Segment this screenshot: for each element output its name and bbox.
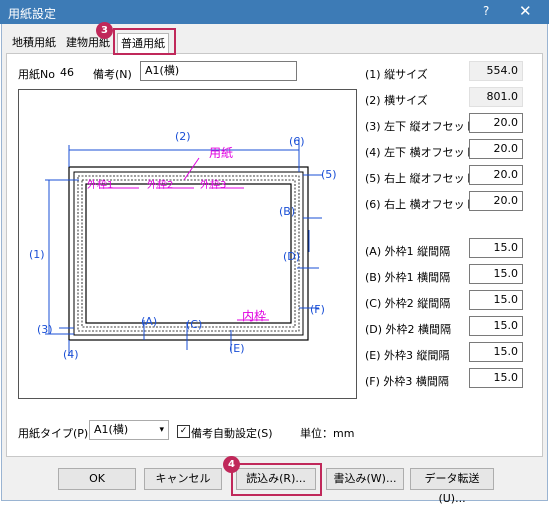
- field-label-e: (E) 外枠3 縦間隔: [365, 349, 450, 362]
- dim-label-6: (6): [289, 135, 305, 148]
- field-input-4[interactable]: 20.0: [469, 139, 523, 159]
- dim-label-5: (5): [321, 168, 337, 181]
- outer-frame-3: [81, 179, 296, 328]
- field-input-3[interactable]: 20.0: [469, 113, 523, 133]
- paper-preview: (2) (6) (5) (1) (3) (4) (B) (D) (F) (A) …: [18, 89, 357, 399]
- write-button[interactable]: 書込み(W)...: [326, 468, 404, 490]
- dim-label-b: (B): [279, 205, 296, 218]
- field-label-3: (3) 左下 縦オフセット: [365, 120, 476, 133]
- dim-label-4: (4): [63, 348, 79, 361]
- paper-no-label: 用紙No: [18, 68, 55, 81]
- help-button[interactable]: ?: [483, 4, 489, 18]
- check-icon: ✓: [179, 426, 188, 436]
- field-input-f[interactable]: 15.0: [469, 368, 523, 388]
- field-label-c: (C) 外枠2 縦間隔: [365, 297, 451, 310]
- field-label-b: (B) 外枠1 横間隔: [365, 271, 451, 284]
- ok-button[interactable]: OK: [58, 468, 136, 490]
- field-label-6: (6) 右上 横オフセット: [365, 198, 476, 211]
- unit-label: 単位：mm: [300, 427, 355, 440]
- tab-land[interactable]: 地積用紙: [9, 33, 59, 53]
- dim-label-3: (3): [37, 323, 53, 336]
- load-button-highlight: [231, 463, 322, 496]
- paper-type-select[interactable]: A1(横) ▾: [89, 420, 169, 440]
- field-label-d: (D) 外枠2 横間隔: [365, 323, 452, 336]
- outer-frame-1-label: 外枠1: [87, 180, 114, 191]
- field-input-d[interactable]: 15.0: [469, 316, 523, 336]
- field-input-5[interactable]: 20.0: [469, 165, 523, 185]
- field-input-e[interactable]: 15.0: [469, 342, 523, 362]
- chevron-down-icon: ▾: [159, 425, 164, 435]
- field-label-2: (2) 横サイズ: [365, 94, 428, 107]
- field-input-6[interactable]: 20.0: [469, 191, 523, 211]
- field-label-4: (4) 左下 横オフセット: [365, 146, 476, 159]
- field-value-2: 801.0: [469, 87, 523, 107]
- paper-no-value: 46: [60, 66, 74, 79]
- dim-label-f: (F): [310, 303, 325, 316]
- step-badge-4: 4: [223, 456, 240, 473]
- field-label-5: (5) 右上 縦オフセット: [365, 172, 476, 185]
- auto-memo-label: 備考自動設定(S): [191, 427, 273, 440]
- tab-highlight: [113, 28, 176, 55]
- data-transfer-button[interactable]: データ転送(U)...: [410, 468, 494, 505]
- paper-type-value: A1(横): [94, 423, 129, 436]
- close-button[interactable]: ✕: [519, 2, 532, 20]
- paper-label: 用紙: [209, 146, 234, 160]
- dim-label-c: (C): [186, 318, 203, 331]
- outer-frame-3-label: 外枠3: [200, 180, 227, 191]
- field-input-a[interactable]: 15.0: [469, 238, 523, 258]
- field-input-c[interactable]: 15.0: [469, 290, 523, 310]
- title-bar: 用紙設定 ? ✕: [0, 0, 549, 24]
- window-title: 用紙設定: [8, 7, 57, 21]
- field-input-b[interactable]: 15.0: [469, 264, 523, 284]
- inner-frame: [85, 183, 292, 324]
- dim-label-a: (A): [141, 315, 158, 328]
- outer-frame-1: [73, 171, 304, 336]
- field-label-a: (A) 外枠1 縦間隔: [365, 245, 451, 258]
- outer-frame-2-label: 外枠2: [147, 180, 174, 191]
- step-badge-3: 3: [96, 22, 113, 39]
- auto-memo-checkbox[interactable]: ✓: [177, 425, 190, 438]
- dim-label-d: (D): [283, 250, 301, 263]
- field-label-f: (F) 外枠3 横間隔: [365, 375, 449, 388]
- cancel-button[interactable]: キャンセル: [144, 468, 222, 490]
- dim-label-2: (2): [175, 130, 191, 143]
- field-value-1: 554.0: [469, 61, 523, 81]
- dim-label-1: (1): [29, 248, 45, 261]
- memo-label: 備考(N): [93, 68, 132, 81]
- memo-input[interactable]: A1(横): [140, 61, 297, 81]
- paper-outline: [68, 166, 309, 341]
- paper-type-label: 用紙タイプ(P): [18, 427, 89, 440]
- field-label-1: (1) 縦サイズ: [365, 68, 428, 81]
- inner-frame-label: 内枠: [242, 309, 267, 323]
- dim-label-e: (E): [229, 342, 245, 355]
